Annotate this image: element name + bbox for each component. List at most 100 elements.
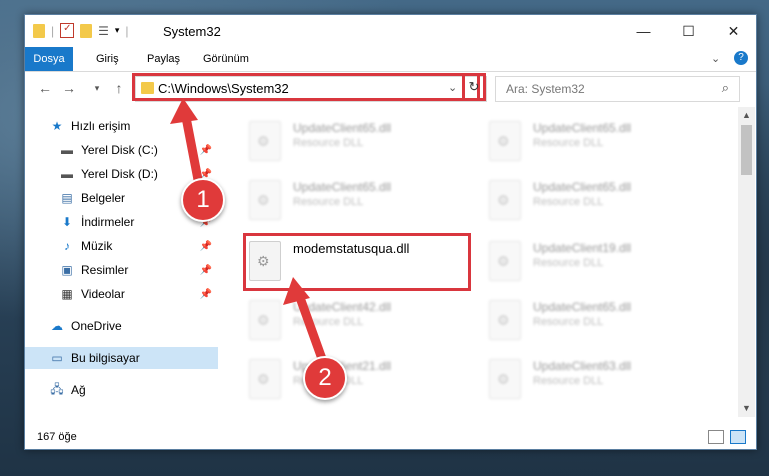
maximize-button[interactable]: ☐ bbox=[666, 15, 711, 47]
file-highlight bbox=[243, 233, 471, 291]
dll-file-icon bbox=[249, 300, 281, 340]
sidebar-item-label: Yerel Disk (D:) bbox=[81, 167, 158, 181]
sidebar-item-label: Müzik bbox=[81, 239, 113, 253]
sidebar-item-label: Videolar bbox=[81, 287, 125, 301]
separator: | bbox=[51, 23, 55, 38]
computer-icon: ▭ bbox=[51, 351, 63, 365]
dll-file-icon bbox=[489, 180, 521, 220]
sidebar-item-network[interactable]: 🖧 Ağ bbox=[25, 379, 218, 401]
file-tile[interactable]: UpdateClient19.dll Resource DLL bbox=[483, 235, 713, 289]
sidebar-item-label: İndirmeler bbox=[81, 215, 135, 229]
window-title: System32 bbox=[163, 24, 221, 39]
callout-badge-1: 1 bbox=[181, 178, 225, 222]
tiles-view-icon[interactable] bbox=[730, 430, 746, 444]
file-name: UpdateClient65.dll bbox=[533, 300, 632, 314]
sidebar-item-label: Resimler bbox=[81, 263, 129, 277]
minimize-button[interactable]: — bbox=[621, 15, 666, 47]
dll-file-icon bbox=[489, 121, 521, 161]
explorer-window: | ✓ ☰ ▾ | System32 — ☐ ✕ Dosya Giriş Pay… bbox=[24, 14, 757, 450]
sidebar-item-music[interactable]: ♪ Müzik 📌 bbox=[25, 235, 218, 257]
video-icon: ▦ bbox=[61, 287, 73, 301]
navigation-pane: ★ Hızlı erişim ▬ Yerel Disk (C:) 📌 ▬ Yer… bbox=[25, 107, 218, 417]
title-bar: | ✓ ☰ ▾ | System32 — ☐ ✕ bbox=[25, 15, 756, 47]
pin-icon[interactable]: 📌 bbox=[200, 265, 212, 276]
recent-locations-icon[interactable]: ▾ bbox=[87, 78, 107, 98]
sidebar-item-onedrive[interactable]: ☁ OneDrive bbox=[25, 315, 218, 337]
customize-dropdown-icon[interactable]: ▾ bbox=[115, 25, 120, 36]
ribbon-tabs: Dosya Giriş Paylaş Görünüm ⌄ ? bbox=[25, 47, 756, 72]
dll-file-icon bbox=[249, 359, 281, 399]
vertical-scrollbar[interactable]: ▲ ▼ bbox=[738, 107, 755, 417]
help-icon[interactable]: ? bbox=[734, 51, 748, 65]
sidebar-item-disk-c[interactable]: ▬ Yerel Disk (C:) 📌 bbox=[25, 139, 218, 161]
up-button[interactable]: ↑ bbox=[109, 78, 129, 98]
folder-icon bbox=[33, 23, 45, 38]
scroll-thumb[interactable] bbox=[741, 125, 752, 175]
tab-view[interactable]: Görünüm bbox=[191, 47, 261, 71]
tab-share[interactable]: Paylaş bbox=[135, 47, 192, 71]
file-name: UpdateClient65.dll bbox=[293, 180, 392, 194]
item-count: 167 öğe bbox=[37, 431, 77, 443]
dll-file-icon bbox=[489, 241, 521, 281]
file-name: UpdateClient42.dll bbox=[293, 300, 392, 314]
address-highlight bbox=[132, 73, 480, 101]
document-icon: ▤ bbox=[61, 191, 73, 205]
forward-button[interactable]: → bbox=[59, 78, 79, 98]
file-name: UpdateClient65.dll bbox=[533, 121, 632, 135]
properties-icon[interactable]: ✓ bbox=[60, 23, 75, 38]
search-icon: ⌕ bbox=[721, 80, 729, 95]
dll-file-icon bbox=[489, 359, 521, 399]
file-name: UpdateClient19.dll bbox=[533, 241, 632, 255]
sidebar-item-label: Yerel Disk (C:) bbox=[81, 143, 158, 157]
search-input[interactable]: Ara: System32 ⌕ bbox=[495, 76, 740, 102]
file-description: Resource DLL bbox=[533, 375, 604, 387]
file-description: Resource DLL bbox=[533, 196, 604, 208]
network-icon: 🖧 bbox=[50, 381, 64, 396]
dll-file-icon bbox=[249, 180, 281, 220]
new-folder-icon[interactable] bbox=[80, 23, 93, 38]
music-icon: ♪ bbox=[64, 239, 70, 253]
expand-ribbon-icon[interactable]: ⌄ bbox=[711, 52, 720, 65]
back-button[interactable]: ← bbox=[35, 78, 55, 98]
close-button[interactable]: ✕ bbox=[711, 15, 756, 47]
drive-icon: ▬ bbox=[61, 167, 73, 181]
navigation-bar: ← → ▾ ↑ C:\Windows\System32 ⌄ ↻ Ara: Sys… bbox=[25, 72, 756, 106]
file-tile[interactable]: UpdateClient42.dll Resource DLL bbox=[243, 294, 473, 348]
file-tile[interactable]: UpdateClient65.dll Resource DLL bbox=[483, 174, 713, 228]
file-list: UpdateClient65.dll Resource DLL UpdateCl… bbox=[218, 107, 738, 417]
pin-icon[interactable]: 📌 bbox=[200, 289, 212, 300]
star-icon: ★ bbox=[51, 119, 63, 133]
file-description: Resource DLL bbox=[533, 316, 604, 328]
scroll-up-icon[interactable]: ▲ bbox=[742, 110, 751, 120]
file-description: Resource DLL bbox=[293, 137, 364, 149]
sidebar-item-label: Hızlı erişim bbox=[71, 119, 131, 133]
sidebar-item-this-pc[interactable]: ▭ Bu bilgisayar bbox=[25, 347, 218, 369]
file-tile[interactable]: UpdateClient65.dll Resource DLL bbox=[483, 115, 713, 169]
list-view-icon[interactable]: ☰ bbox=[98, 24, 109, 38]
pin-icon[interactable]: 📌 bbox=[200, 241, 212, 252]
sidebar-item-label: Ağ bbox=[71, 383, 86, 397]
sidebar-item-quick-access[interactable]: ★ Hızlı erişim bbox=[25, 115, 218, 137]
tab-home[interactable]: Giriş bbox=[84, 47, 131, 71]
file-tile[interactable]: UpdateClient65.dll Resource DLL bbox=[243, 115, 473, 169]
file-name: UpdateClient63.dll bbox=[533, 359, 632, 373]
callout-badge-2: 2 bbox=[303, 356, 347, 400]
file-tile[interactable]: UpdateClient21.dll Resource DLL bbox=[243, 353, 473, 407]
file-name: UpdateClient65.dll bbox=[293, 121, 392, 135]
refresh-button[interactable]: ↻ bbox=[462, 73, 486, 101]
tab-file[interactable]: Dosya bbox=[25, 47, 73, 71]
file-description: Resource DLL bbox=[293, 196, 364, 208]
scroll-down-icon[interactable]: ▼ bbox=[742, 403, 751, 413]
sidebar-item-label: OneDrive bbox=[71, 319, 122, 333]
file-tile[interactable]: UpdateClient65.dll Resource DLL bbox=[483, 294, 713, 348]
sidebar-item-pictures[interactable]: ▣ Resimler 📌 bbox=[25, 259, 218, 281]
details-view-icon[interactable] bbox=[708, 430, 724, 444]
sidebar-item-videos[interactable]: ▦ Videolar 📌 bbox=[25, 283, 218, 305]
pictures-icon: ▣ bbox=[61, 263, 73, 277]
cloud-icon: ☁ bbox=[51, 319, 63, 333]
file-tile[interactable]: UpdateClient63.dll Resource DLL bbox=[483, 353, 713, 407]
download-icon: ⬇ bbox=[61, 215, 73, 229]
pin-icon[interactable]: 📌 bbox=[200, 145, 212, 156]
file-tile[interactable]: UpdateClient65.dll Resource DLL bbox=[243, 174, 473, 228]
file-description: Resource DLL bbox=[293, 316, 364, 328]
